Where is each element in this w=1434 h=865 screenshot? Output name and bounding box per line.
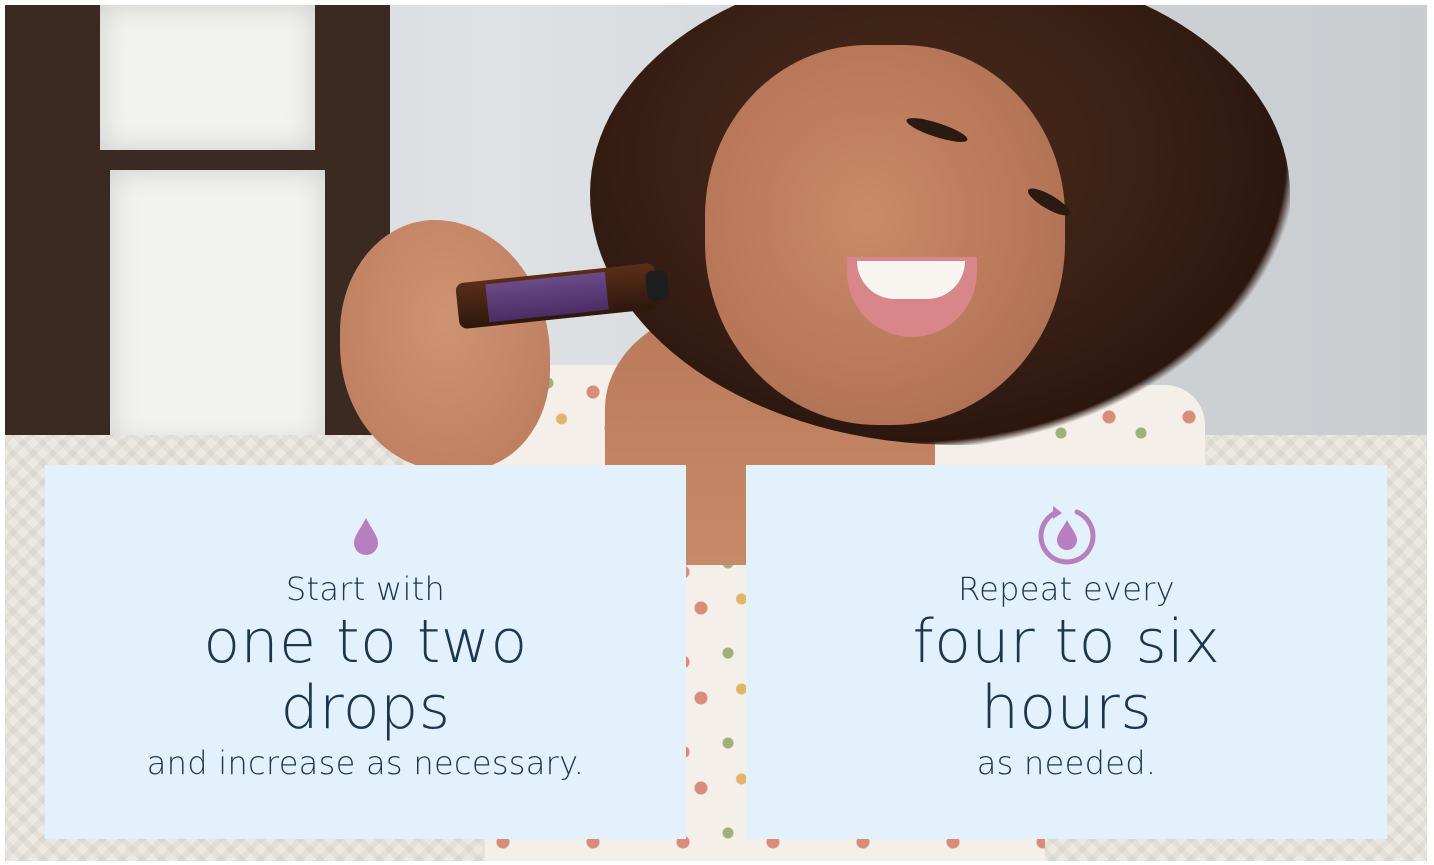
door-window-top	[100, 5, 315, 150]
door-window-bottom	[110, 170, 325, 445]
bottle-label	[485, 271, 609, 323]
dosage-card: Start with one to two drops and increase…	[45, 465, 686, 839]
eye-left	[904, 113, 970, 147]
drop-icon	[352, 505, 380, 567]
repeat-drop-icon	[1035, 505, 1099, 567]
dosage-intro: Start with	[285, 570, 446, 608]
frequency-headline-1: four to six	[912, 607, 1221, 677]
frequency-card: Repeat every four to six hours as needed…	[746, 465, 1387, 839]
frequency-intro: Repeat every	[958, 570, 1175, 608]
dosage-headline-2: drops	[280, 673, 451, 743]
hero-photo: Start with one to two drops and increase…	[5, 5, 1427, 861]
frequency-outro: as needed.	[976, 744, 1157, 782]
dosage-headline-1: one to two	[203, 607, 528, 677]
smiling-face	[705, 45, 1074, 425]
frequency-headline-2: hours	[980, 673, 1153, 743]
bottle-cap	[644, 269, 670, 302]
background-door	[5, 5, 390, 475]
dosage-outro: and increase as necessary.	[146, 744, 585, 782]
